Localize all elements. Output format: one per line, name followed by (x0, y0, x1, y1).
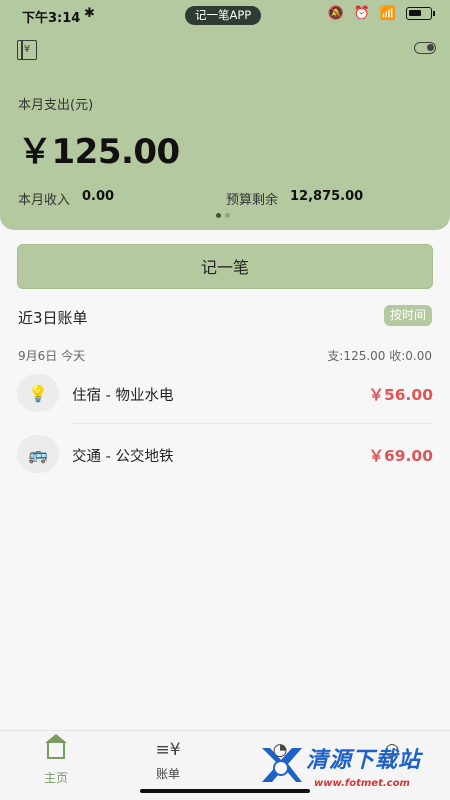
bill-item-amount: ￥69.00 (368, 447, 433, 465)
bill-item-label: 交通 - 公交地铁 (72, 449, 174, 465)
nav-home[interactable]: 主页 (26, 734, 86, 786)
nav-bill-label: 账单 (155, 767, 180, 781)
status-bar: 下午3:14 ✱ 记一笔APP 🔕 ⏰ 📶 (0, 0, 450, 30)
month-expense-value: ￥125.00 (18, 132, 180, 172)
watermark: 清源下载站 www.fotmet.com (258, 738, 428, 796)
watermark-logo-icon (262, 748, 302, 782)
page-dot (225, 213, 230, 218)
summary-header: 下午3:14 ✱ 记一笔APP 🔕 ⏰ 📶 ¥ 本月支出(元) ￥125.00 … (0, 0, 450, 230)
watermark-url: www.fotmet.com (314, 778, 410, 789)
home-icon (26, 734, 86, 765)
watermark-text: 清源下载站 (306, 748, 422, 773)
bill-icon: ≡¥ (155, 740, 181, 760)
nav-bill[interactable]: ≡¥ 账单 (138, 739, 198, 782)
budget-remaining-label: 预算剩余 (226, 193, 279, 208)
bus-icon: 🚌 (17, 435, 59, 473)
bill-item-amount: ￥56.00 (368, 386, 433, 404)
account-book-icon[interactable]: ¥ (17, 40, 37, 60)
toggle-icon[interactable] (414, 42, 436, 54)
page-dot-active (216, 213, 221, 218)
bill-item[interactable]: 🚌 交通 - 公交地铁 ￥69.00 (17, 426, 433, 482)
status-time: 下午3:14 (22, 11, 81, 26)
mute-icon: 🔕 (327, 6, 344, 21)
bluetooth-icon: ✱ (84, 6, 95, 21)
wifi-icon: 📶 (379, 6, 396, 21)
month-income-label: 本月收入 (18, 193, 71, 208)
book-icon-glyph: ¥ (23, 44, 31, 55)
day-summary: 支:125.00 收:0.00 (327, 349, 432, 363)
sort-by-time-button[interactable]: 按时间 (383, 305, 432, 326)
alarm-icon: ⏰ (353, 6, 370, 21)
bill-item-label: 住宿 - 物业水电 (72, 388, 174, 404)
record-button[interactable]: 记一笔 (17, 244, 433, 289)
month-expense-label: 本月支出(元) (18, 98, 94, 113)
status-icons: 🔕 ⏰ 📶 (327, 6, 435, 21)
day-date: 9月6日 今天 (18, 349, 86, 363)
divider (72, 423, 433, 424)
app-pill: 记一笔APP (185, 6, 262, 25)
month-income-value: 0.00 (82, 189, 115, 204)
lightbulb-icon: 💡 (17, 374, 59, 412)
budget-remaining-value: 12,875.00 (290, 189, 364, 204)
bill-item[interactable]: 💡 住宿 - 物业水电 ￥56.00 (17, 365, 433, 421)
recent-bills-title: 近3日账单 (18, 309, 88, 327)
home-indicator[interactable] (140, 789, 310, 793)
page-indicator (216, 213, 230, 218)
battery-icon (406, 7, 435, 20)
nav-home-label: 主页 (43, 771, 68, 785)
